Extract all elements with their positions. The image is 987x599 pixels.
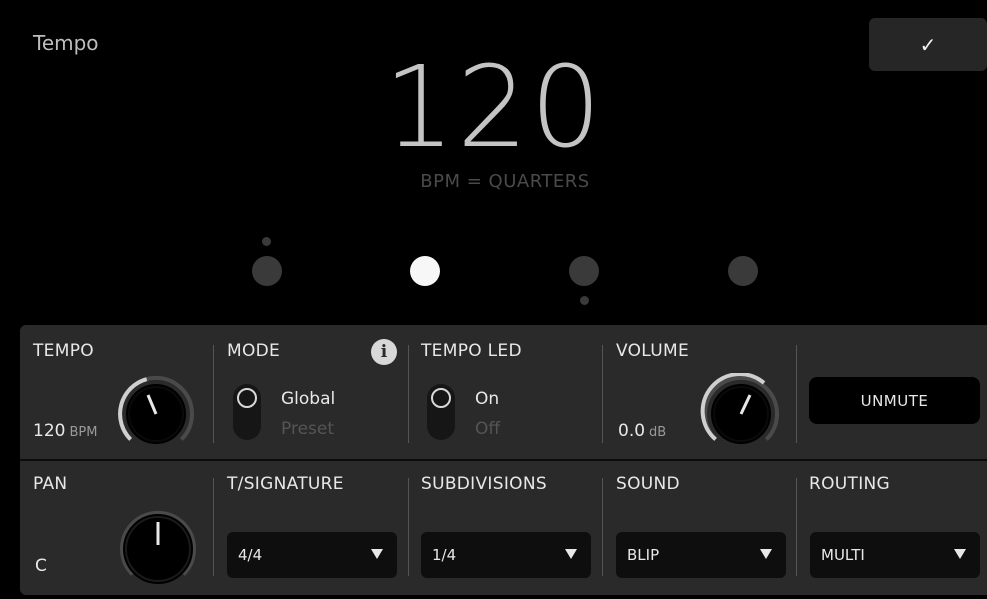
dropdown-arrow-icon bbox=[565, 549, 577, 559]
volume-value: 0.0 dB bbox=[618, 421, 667, 441]
mode-option-global[interactable]: Global bbox=[281, 389, 335, 409]
subdiv-dropdown[interactable]: 1/4 bbox=[421, 532, 591, 578]
pan-label: PAN bbox=[33, 474, 68, 494]
dropdown-arrow-icon bbox=[954, 549, 966, 559]
beat-indicator-3 bbox=[569, 256, 599, 286]
routing-value: MULTI bbox=[821, 546, 865, 564]
dropdown-arrow-icon bbox=[760, 549, 772, 559]
beat-indicator-4 bbox=[728, 256, 758, 286]
pan-knob[interactable] bbox=[117, 508, 205, 590]
sound-label: SOUND bbox=[616, 474, 680, 494]
sound-value: BLIP bbox=[627, 546, 660, 564]
tsig-dropdown[interactable]: 4/4 bbox=[227, 532, 397, 578]
sound-dropdown[interactable]: BLIP bbox=[616, 532, 786, 578]
tempo-led-toggle[interactable] bbox=[427, 384, 455, 440]
routing-dropdown[interactable]: MULTI bbox=[810, 532, 980, 578]
beat-indicator-1 bbox=[252, 256, 282, 286]
mode-label: MODE bbox=[227, 341, 281, 361]
tsig-label: T/SIGNATURE bbox=[227, 474, 344, 494]
tempo-led-option-off[interactable]: Off bbox=[475, 419, 500, 439]
tsig-value: 4/4 bbox=[238, 546, 263, 564]
column-divider bbox=[408, 478, 409, 576]
beat-marker-dot bbox=[580, 296, 589, 305]
unmute-button[interactable]: UNMUTE bbox=[809, 377, 980, 424]
subdiv-label: SUBDIVISIONS bbox=[421, 474, 547, 494]
routing-label: ROUTING bbox=[809, 474, 891, 494]
tempo-led-label: TEMPO LED bbox=[421, 341, 522, 361]
pan-value: C bbox=[35, 556, 47, 576]
beat-indicator-2 bbox=[410, 256, 440, 286]
column-divider bbox=[213, 345, 214, 443]
mode-option-preset[interactable]: Preset bbox=[281, 419, 334, 439]
column-divider bbox=[408, 345, 409, 443]
subdiv-value: 1/4 bbox=[432, 546, 457, 564]
volume-knob[interactable] bbox=[700, 373, 788, 449]
tempo-knob[interactable] bbox=[115, 373, 203, 449]
beat-marker-dot bbox=[262, 237, 271, 246]
toggle-thumb bbox=[431, 388, 451, 408]
mode-toggle[interactable] bbox=[233, 384, 261, 440]
row-divider bbox=[20, 459, 987, 461]
bpm-subtitle: BPM = QUARTERS bbox=[420, 171, 590, 192]
column-divider bbox=[213, 478, 214, 576]
column-divider bbox=[602, 478, 603, 576]
bpm-display: 120 bbox=[383, 43, 604, 173]
column-divider bbox=[796, 345, 797, 443]
tempo-led-option-on[interactable]: On bbox=[475, 389, 499, 409]
tempo-label: TEMPO bbox=[33, 341, 94, 361]
info-icon[interactable]: i bbox=[371, 339, 397, 365]
tempo-value: 120 BPM bbox=[33, 421, 98, 441]
column-divider bbox=[602, 345, 603, 443]
volume-label: VOLUME bbox=[616, 341, 689, 361]
tempo-screen: Tempo ✓ 120 BPM = QUARTERS TEMPO 120 BPM … bbox=[0, 0, 987, 599]
column-divider bbox=[796, 478, 797, 576]
toggle-thumb bbox=[237, 388, 257, 408]
dropdown-arrow-icon bbox=[371, 549, 383, 559]
